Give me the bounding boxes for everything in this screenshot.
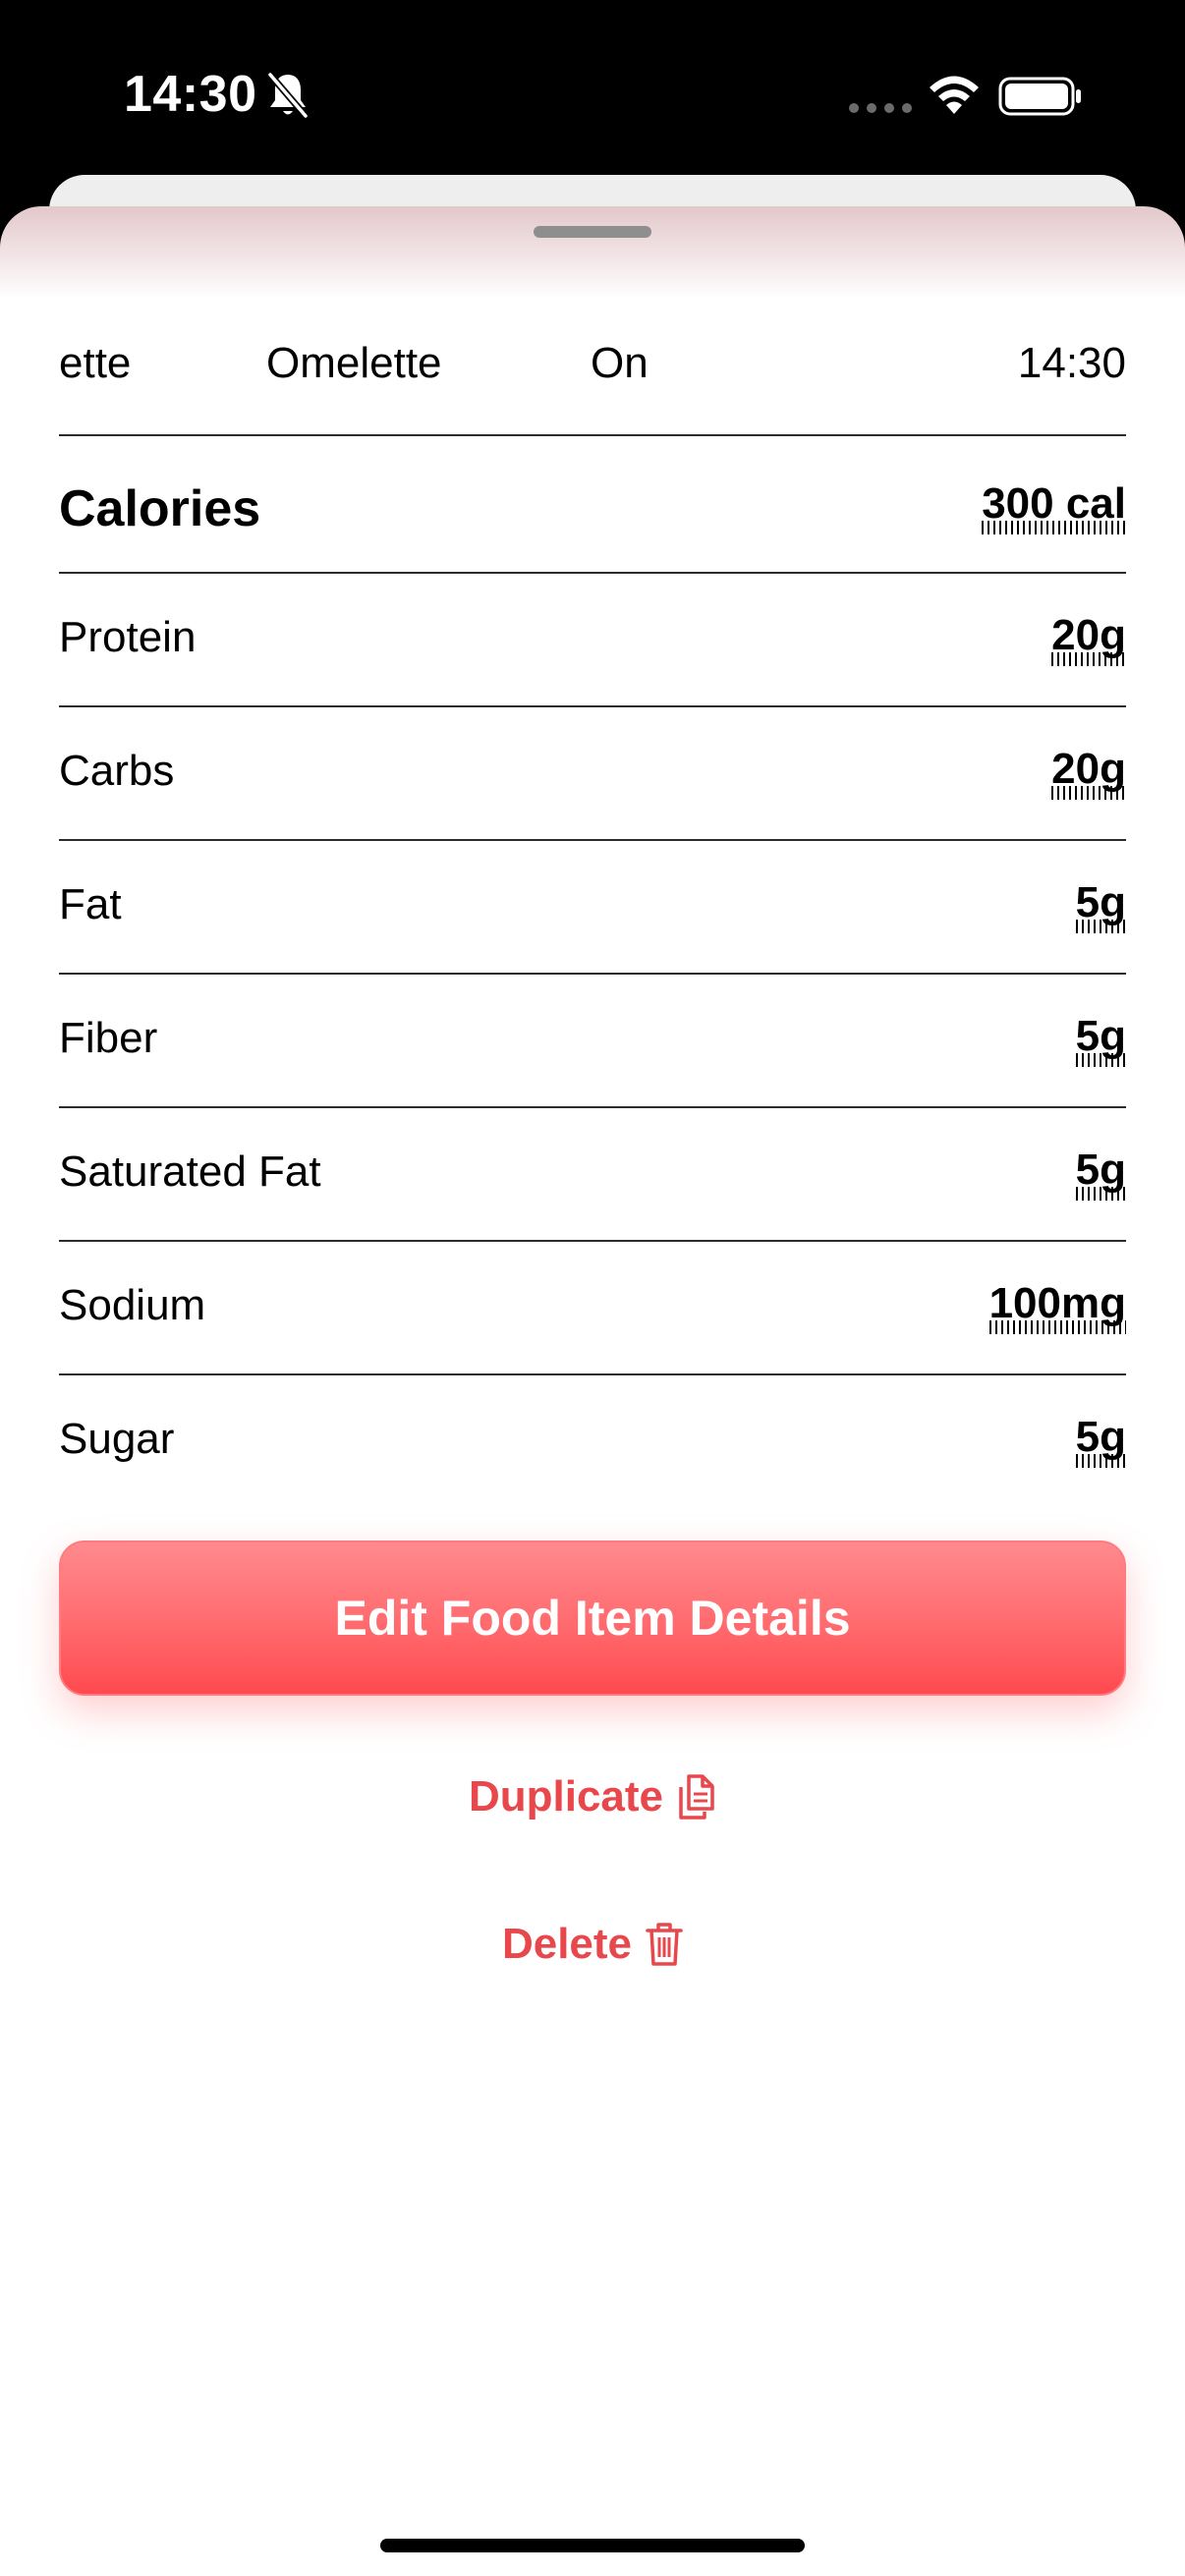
marquee-text: On: [591, 339, 649, 387]
nutrient-label: Fiber: [59, 1014, 158, 1062]
nutrient-row-sugar: Sugar 5g: [59, 1373, 1126, 1507]
entry-time: 14:30: [1017, 339, 1126, 387]
nutrient-row-calories: Calories 300 cal: [59, 434, 1126, 572]
nutrient-value[interactable]: 20g: [1051, 611, 1126, 666]
delete-label: Delete: [501, 1920, 633, 1968]
marquee-text: Omelette: [266, 339, 442, 387]
delete-button[interactable]: Delete: [0, 1900, 1185, 1988]
nutrient-value[interactable]: 100mg: [988, 1279, 1126, 1334]
nutrient-label: Fat: [59, 880, 122, 928]
nutrient-label: Carbs: [59, 747, 175, 795]
nutrient-value[interactable]: 5g: [1075, 878, 1126, 933]
nutrient-label: Calories: [59, 480, 261, 537]
nutrient-row-fiber: Fiber 5g: [59, 973, 1126, 1106]
nutrient-value[interactable]: 300 cal: [982, 479, 1126, 534]
nutrient-list: Calories 300 cal Protein 20g Carbs 20g F…: [59, 434, 1126, 1507]
nutrient-row-saturated-fat: Saturated Fat 5g: [59, 1106, 1126, 1240]
status-bar: 14:30: [0, 0, 1185, 187]
nutrient-row-protein: Protein 20g: [59, 572, 1126, 705]
nutrient-row-fat: Fat 5g: [59, 839, 1126, 973]
duplicate-label: Duplicate: [468, 1772, 664, 1820]
sheet-grabber[interactable]: [534, 226, 651, 238]
duplicate-button[interactable]: Duplicate: [0, 1753, 1185, 1841]
nutrient-row-carbs: Carbs 20g: [59, 705, 1126, 839]
nutrient-row-sodium: Sodium 100mg: [59, 1240, 1126, 1373]
nutrient-value[interactable]: 5g: [1075, 1146, 1126, 1201]
bell-slash-icon: [267, 72, 309, 119]
nutrient-label: Protein: [59, 613, 197, 661]
edit-food-item-button[interactable]: Edit Food Item Details: [59, 1540, 1126, 1696]
marquee-text: ette: [59, 339, 132, 387]
nutrient-value[interactable]: 5g: [1075, 1413, 1126, 1468]
food-title-row: ette Omelette On 14:30: [59, 324, 1126, 403]
nutrient-label: Sodium: [59, 1281, 206, 1329]
nutrient-value[interactable]: 20g: [1051, 745, 1126, 800]
home-indicator[interactable]: [380, 2539, 805, 2552]
trash-icon: [646, 1923, 683, 1966]
status-time: 14:30: [124, 66, 257, 123]
nutrient-value[interactable]: 5g: [1075, 1012, 1126, 1067]
food-detail-sheet: ette Omelette On 14:30 Calories 300 cal …: [0, 206, 1185, 2576]
signal-dots-icon: [849, 103, 912, 113]
duplicate-icon: [679, 1774, 714, 1820]
nutrient-label: Saturated Fat: [59, 1148, 321, 1196]
battery-icon: [998, 77, 1081, 116]
food-name-marquee: ette Omelette On: [59, 324, 652, 403]
wifi-icon: [930, 76, 979, 114]
nutrient-label: Sugar: [59, 1415, 175, 1463]
